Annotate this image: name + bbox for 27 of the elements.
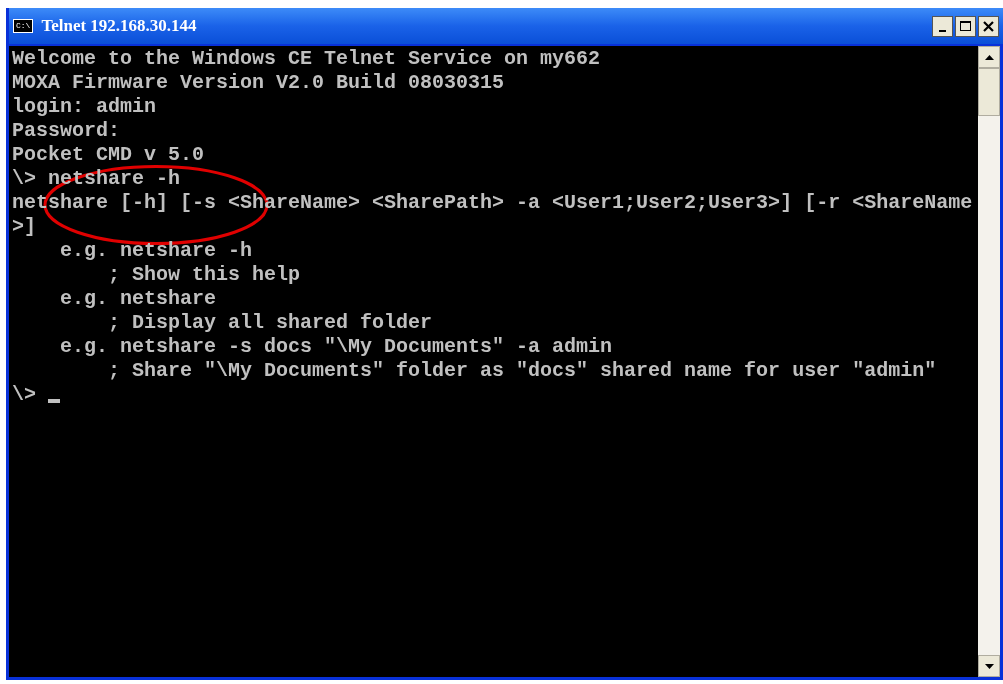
console-line: e.g. netshare -s docs "\My Documents" -a admin (59, 335, 613, 359)
console-line: ; Show this help (107, 263, 301, 287)
scroll-up-button[interactable] (978, 46, 1000, 68)
scroll-down-button[interactable] (978, 655, 1000, 677)
console-line: Pocket CMD v 5.0 (12, 143, 205, 167)
up-arrow-icon (984, 54, 994, 60)
close-icon (983, 20, 994, 32)
scrollbar[interactable] (978, 46, 1000, 677)
console-line: Password: (12, 119, 121, 143)
maximize-icon (960, 21, 971, 31)
console-line: ; Share "\My Documents" folder as "docs" shared name for user "admin" (107, 359, 937, 383)
close-button[interactable] (978, 15, 999, 37)
minimize-button[interactable] (932, 15, 953, 37)
console-line: login: admin (12, 95, 157, 119)
console-line: >] (12, 215, 36, 239)
console-line: e.g. netshare (59, 287, 217, 311)
console-line: e.g. netshare -h (59, 239, 253, 263)
scroll-thumb[interactable] (978, 68, 1000, 116)
console-line: ; Display all shared folder (107, 311, 433, 335)
console-line: MOXA Firmware Version V2.0 Build 08030315 (12, 71, 505, 95)
minimize-icon (939, 29, 946, 32)
down-arrow-icon (984, 663, 994, 669)
console-line: Welcome to the Windows CE Telnet Service on my662 (12, 47, 601, 71)
console-prompt: \> (12, 383, 36, 407)
app-icon: C:\ (13, 19, 34, 33)
window-title: Telnet 192.168.30.144 (41, 15, 198, 38)
maximize-button[interactable] (955, 15, 976, 37)
